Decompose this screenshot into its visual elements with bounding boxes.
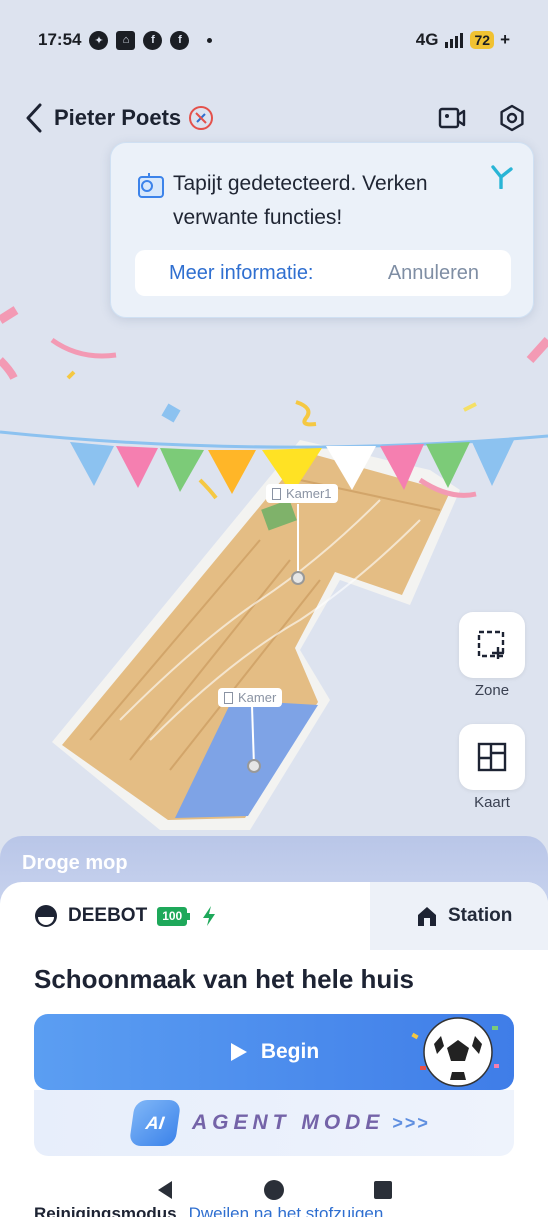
facebook-icon-2: f bbox=[170, 30, 190, 50]
station-label: Station bbox=[448, 905, 513, 926]
more-notifications-icon bbox=[207, 37, 213, 43]
agent-mode-label: AGENT MODE bbox=[192, 1111, 385, 1134]
signal-icon bbox=[445, 33, 464, 48]
back-button[interactable] bbox=[20, 100, 48, 136]
more-info-link[interactable]: Meer informatie: bbox=[169, 262, 314, 285]
nav-back-icon[interactable] bbox=[154, 1179, 176, 1201]
room-label-text: Kamer bbox=[238, 690, 277, 705]
battery-indicator: 72 bbox=[470, 31, 495, 49]
toast-actions: Meer informatie: Annuleren bbox=[135, 250, 511, 296]
robot-name: DEEBOT bbox=[68, 905, 148, 926]
ai-badge: AI bbox=[128, 1100, 182, 1146]
map-layout-icon bbox=[477, 742, 507, 772]
door-icon bbox=[272, 487, 281, 500]
nav-home-icon[interactable] bbox=[263, 1179, 285, 1201]
network-label: 4G bbox=[415, 30, 439, 49]
soccer-ball-icon bbox=[411, 1017, 499, 1087]
toast-message: Tapijt gedetecteerd. Verken verwante fun… bbox=[173, 172, 428, 229]
page-title: Pieter Poets bbox=[54, 105, 182, 130]
charging-bolt-icon bbox=[203, 906, 216, 926]
cleaning-title: Schoonmaak van het hele huis bbox=[34, 964, 414, 994]
facebook-icon: f bbox=[143, 30, 163, 50]
map-label: Kaart bbox=[474, 794, 510, 811]
door-icon bbox=[224, 691, 233, 704]
room-label-kamer1[interactable]: Kamer1 bbox=[266, 484, 338, 503]
agent-chevrons: >>> bbox=[392, 1112, 430, 1133]
begin-label: Begin bbox=[260, 1040, 320, 1063]
fan-icon bbox=[491, 165, 513, 189]
robot-status-row: DEEBOT 100 bbox=[34, 904, 217, 928]
station-home-icon bbox=[418, 907, 436, 926]
room-label-text: Kamer1 bbox=[286, 486, 332, 501]
video-camera-icon bbox=[438, 107, 466, 129]
zone-label: Zone bbox=[474, 682, 510, 699]
zone-add-icon bbox=[477, 630, 505, 659]
system-navbar bbox=[0, 1166, 548, 1214]
station-tab[interactable]: Station bbox=[370, 882, 548, 950]
home-app-icon: ⌂ bbox=[116, 30, 136, 50]
status-time: 17:54 bbox=[38, 30, 82, 49]
carpet-detected-toast: Tapijt gedetecteerd. Verken verwante fun… bbox=[110, 142, 534, 318]
battery-suffix: + bbox=[500, 30, 510, 49]
map-button[interactable] bbox=[459, 724, 525, 790]
room-label-kamer[interactable]: Kamer bbox=[218, 688, 283, 707]
mop-off-icon[interactable] bbox=[189, 106, 214, 130]
settings-hexagon-icon bbox=[500, 104, 524, 132]
carpet-icon bbox=[138, 173, 164, 198]
chevron-left-icon bbox=[26, 103, 42, 133]
robot-icon bbox=[35, 905, 57, 927]
video-button[interactable] bbox=[436, 102, 468, 134]
cancel-button[interactable]: Annuleren bbox=[388, 262, 479, 285]
play-icon bbox=[230, 1043, 247, 1061]
status-bar: 17:54 ✦ ⌂ f f 4G 72 + bbox=[0, 0, 548, 80]
agent-mode-button[interactable]: AI AGENT MODE >>> bbox=[34, 1090, 514, 1156]
settings-button[interactable] bbox=[496, 102, 528, 134]
messenger-icon: ✦ bbox=[89, 30, 109, 50]
mode-strip-label: Droge mop bbox=[22, 852, 128, 874]
robot-battery: 100 bbox=[157, 906, 191, 926]
top-header: Pieter Poets bbox=[0, 96, 548, 140]
zone-button[interactable] bbox=[459, 612, 525, 678]
begin-button[interactable]: Begin bbox=[34, 1014, 514, 1090]
nav-recents-icon[interactable] bbox=[372, 1179, 394, 1201]
